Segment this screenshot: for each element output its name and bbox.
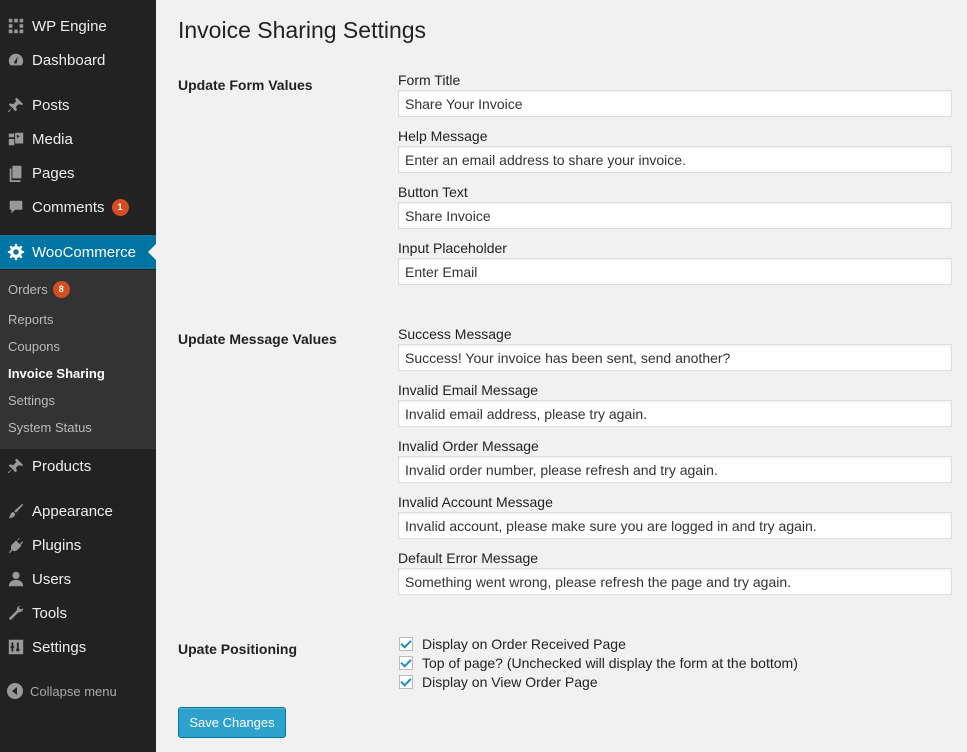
submenu-item-system-status[interactable]: System Status: [8, 417, 92, 437]
menu-item-users[interactable]: Users: [0, 562, 156, 596]
collapse-menu-button[interactable]: Collapse menu: [0, 678, 156, 704]
submenu-item-label: Orders: [8, 281, 48, 297]
collapse-arrow-icon: [0, 683, 30, 699]
admin-sidebar: WP Engine Dashboard Posts Media Pages Co…: [0, 0, 156, 752]
help-message-input[interactable]: [398, 146, 952, 173]
sliders-icon: [0, 638, 32, 656]
form-title-label: Form Title: [398, 72, 461, 88]
default-error-message-input[interactable]: [398, 568, 952, 595]
checkbox-row-order-received: Display on Order Received Page: [399, 636, 626, 652]
gear-icon: [0, 243, 32, 261]
success-message-input[interactable]: [398, 344, 952, 371]
help-message-label: Help Message: [398, 128, 488, 144]
menu-item-posts[interactable]: Posts: [0, 88, 156, 122]
input-placeholder-label: Input Placeholder: [398, 240, 507, 256]
menu-item-label: Settings: [32, 638, 87, 656]
menu-item-tools[interactable]: Tools: [0, 596, 156, 630]
invalid-account-message-label: Invalid Account Message: [398, 494, 553, 510]
menu-item-woocommerce[interactable]: WooCommerce: [0, 235, 156, 269]
form-title-input[interactable]: [398, 90, 952, 117]
invalid-email-message-input[interactable]: [398, 400, 952, 427]
display-view-order-checkbox[interactable]: [399, 675, 413, 689]
menu-item-appearance[interactable]: Appearance: [0, 494, 156, 528]
wpengine-icon: [0, 17, 32, 35]
submenu-item-reports[interactable]: Reports: [8, 309, 54, 329]
pin-icon: [0, 96, 32, 114]
checkbox-row-view-order: Display on View Order Page: [399, 674, 598, 690]
success-message-label: Success Message: [398, 326, 512, 342]
plug-icon: [0, 536, 32, 554]
wrench-icon: [0, 604, 32, 622]
invalid-account-message-input[interactable]: [398, 512, 952, 539]
checkbox-label: Display on Order Received Page: [422, 636, 626, 652]
user-icon: [0, 570, 32, 588]
dashboard-icon: [0, 51, 32, 69]
menu-item-label: Dashboard: [32, 51, 106, 69]
checkbox-label: Display on View Order Page: [422, 674, 598, 690]
menu-item-label: Products: [32, 457, 92, 475]
collapse-menu-label: Collapse menu: [30, 683, 117, 699]
menu-item-media[interactable]: Media: [0, 122, 156, 156]
input-placeholder-input[interactable]: [398, 258, 952, 285]
page-title: Invoice Sharing Settings: [178, 17, 427, 43]
submenu-item-invoice-sharing[interactable]: Invoice Sharing: [8, 363, 105, 383]
comments-count-badge: 1: [111, 198, 129, 216]
submenu-item-coupons[interactable]: Coupons: [8, 336, 60, 356]
section-label-positioning: Upate Positioning: [178, 641, 297, 657]
media-icon: [0, 130, 32, 148]
invalid-order-message-input[interactable]: [398, 456, 952, 483]
section-label-form-values: Update Form Values: [178, 77, 313, 93]
comment-icon: [0, 198, 32, 216]
brush-icon: [0, 502, 32, 520]
menu-item-comments[interactable]: Comments 1: [0, 190, 156, 224]
display-order-received-checkbox[interactable]: [399, 637, 413, 651]
menu-item-label: Media: [32, 130, 73, 148]
menu-item-label: WP Engine: [32, 17, 107, 35]
button-text-label: Button Text: [398, 184, 468, 200]
checkbox-row-top-of-page: Top of page? (Unchecked will display the…: [399, 655, 798, 671]
menu-item-dashboard[interactable]: Dashboard: [0, 43, 156, 77]
woocommerce-submenu: Orders 8 Reports Coupons Invoice Sharing…: [0, 270, 156, 449]
invalid-email-message-label: Invalid Email Message: [398, 382, 539, 398]
menu-item-wp-engine[interactable]: WP Engine: [0, 9, 156, 43]
menu-item-plugins[interactable]: Plugins: [0, 528, 156, 562]
menu-item-settings[interactable]: Settings: [0, 630, 156, 664]
menu-item-label: Users: [32, 570, 72, 588]
menu-item-products[interactable]: Products: [0, 449, 156, 483]
section-label-message-values: Update Message Values: [178, 331, 337, 347]
checkbox-label: Top of page? (Unchecked will display the…: [422, 655, 798, 671]
invalid-order-message-label: Invalid Order Message: [398, 438, 539, 454]
settings-main: Invoice Sharing Settings Update Form Val…: [178, 0, 958, 752]
menu-item-label: Comments: [32, 198, 105, 216]
menu-item-label: Appearance: [32, 502, 113, 520]
top-of-page-checkbox[interactable]: [399, 656, 413, 670]
menu-item-label: Tools: [32, 604, 68, 622]
button-text-input[interactable]: [398, 202, 952, 229]
pages-icon: [0, 164, 32, 182]
pin-icon: [0, 457, 32, 475]
default-error-message-label: Default Error Message: [398, 550, 539, 566]
submenu-item-settings[interactable]: Settings: [8, 390, 55, 410]
save-changes-button[interactable]: Save Changes: [178, 707, 286, 738]
submenu-item-orders[interactable]: Orders 8: [8, 279, 70, 299]
menu-item-label: WooCommerce: [32, 243, 136, 261]
orders-count-badge: 8: [52, 280, 70, 298]
menu-item-pages[interactable]: Pages: [0, 156, 156, 190]
menu-item-label: Posts: [32, 96, 70, 114]
menu-item-label: Pages: [32, 164, 75, 182]
menu-item-label: Plugins: [32, 536, 82, 554]
